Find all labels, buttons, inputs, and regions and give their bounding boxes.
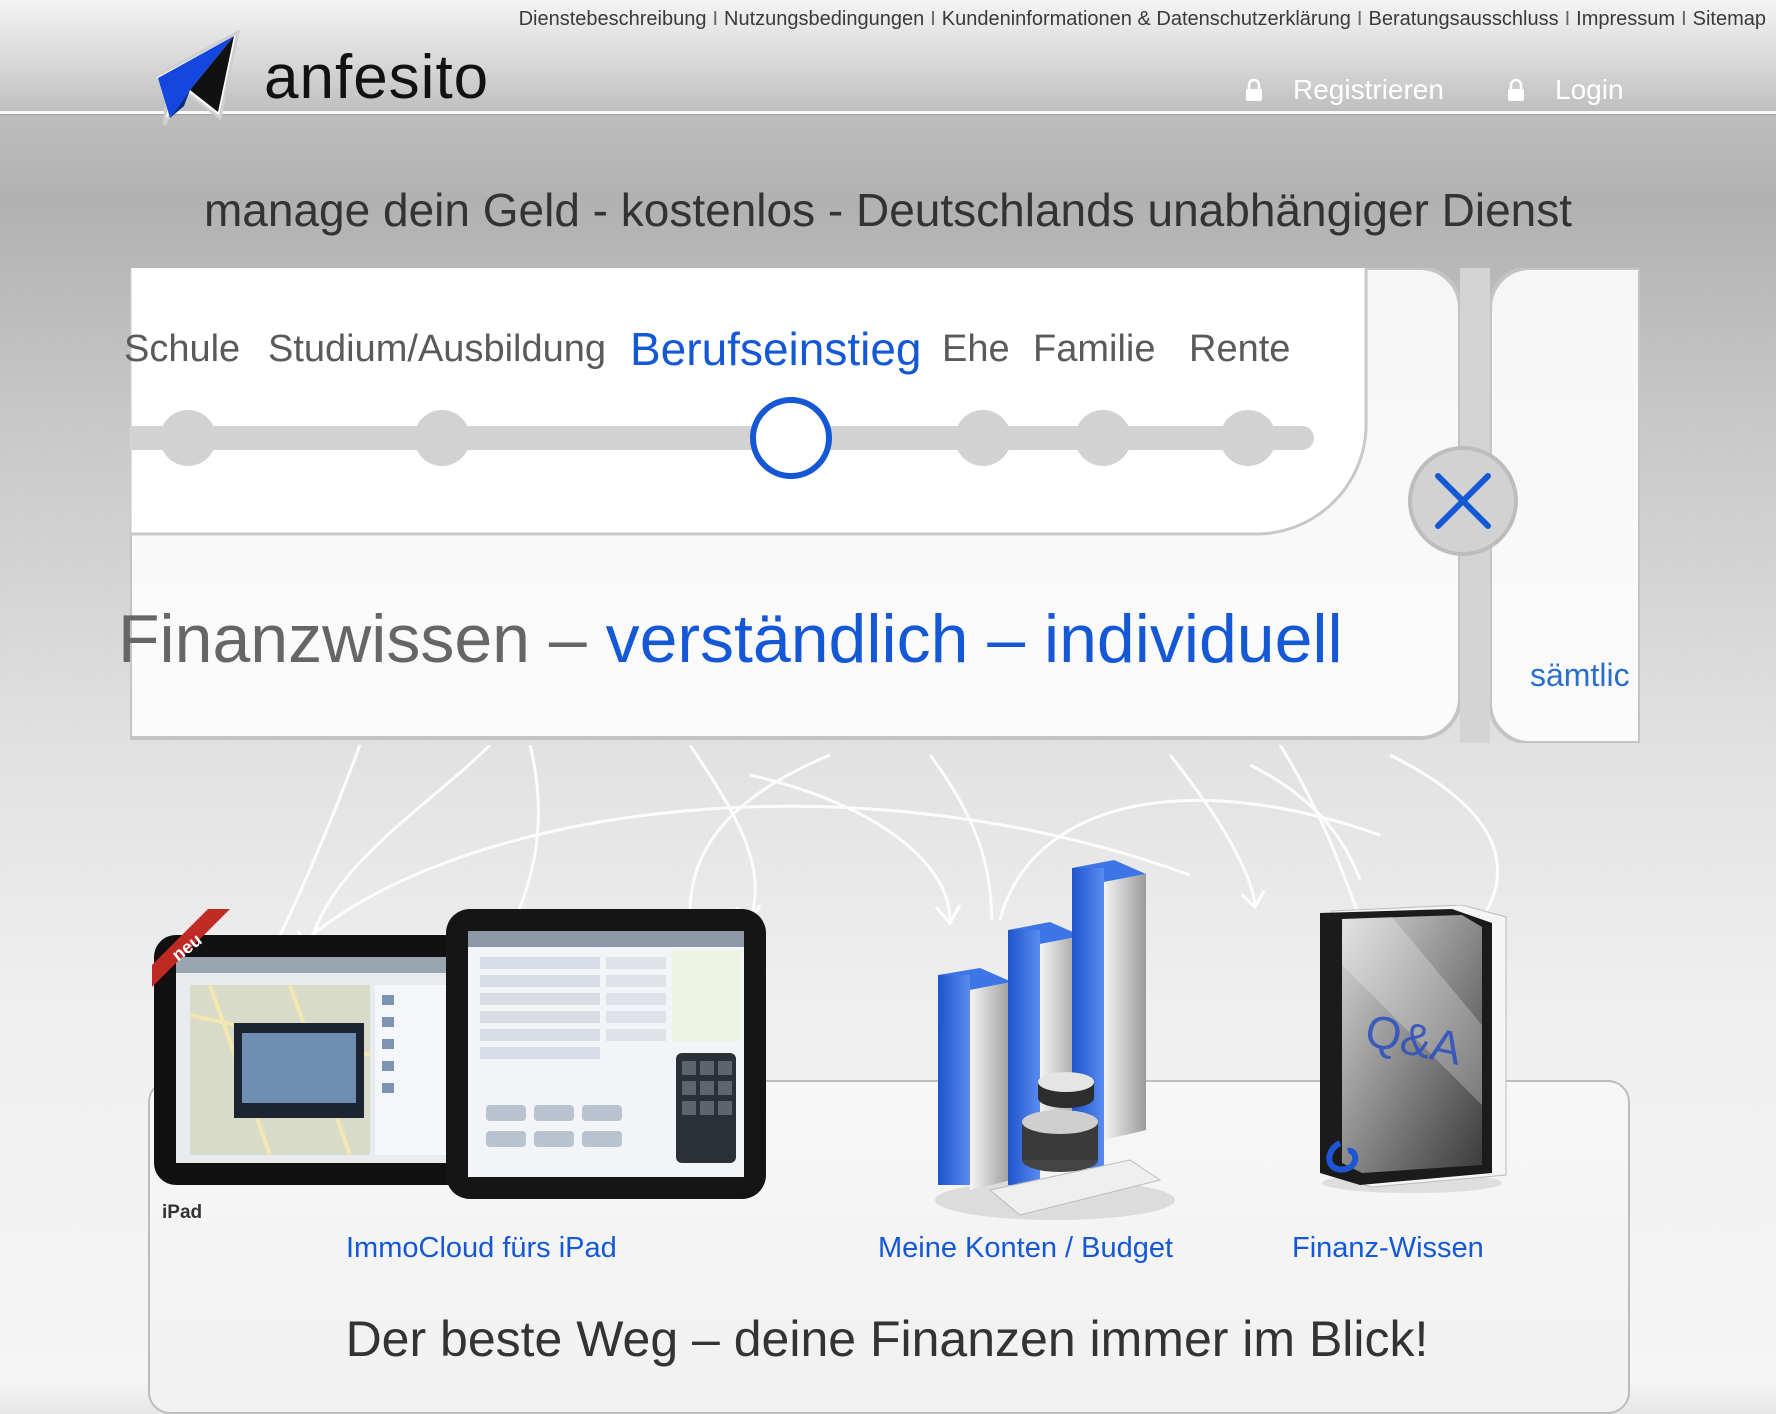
login-link[interactable]: Login: [1507, 74, 1624, 106]
stage-familie[interactable]: Familie: [1033, 328, 1155, 371]
nav-separator: I: [712, 8, 719, 30]
nav-sitemap[interactable]: Sitemap: [1693, 8, 1766, 30]
stage-ehe[interactable]: Ehe: [942, 328, 1010, 371]
slogan-highlight: verständlich – individuell: [605, 601, 1343, 677]
bar-chart-coins-image[interactable]: [930, 860, 1180, 1230]
slogan-prefix: Finanzwissen –: [118, 601, 606, 677]
lock-icon: [1508, 78, 1524, 101]
tagline: manage dein Geld - kostenlos - Deutschla…: [203, 184, 1573, 236]
stage-schule[interactable]: Schule: [124, 328, 240, 371]
nav-separator: I: [930, 8, 936, 30]
nav-separator: I: [1356, 8, 1363, 30]
immocloud-link[interactable]: ImmoCloud fürs iPad: [346, 1232, 617, 1265]
login-label: Login: [1555, 74, 1624, 105]
nav-nutzungsbedingungen[interactable]: Nutzungsbedingungen: [724, 8, 924, 30]
nav-separator: I: [1681, 8, 1687, 30]
konten-budget-link[interactable]: Meine Konten / Budget: [878, 1232, 1173, 1265]
stage-studium[interactable]: Studium/Ausbildung: [268, 328, 606, 371]
register-link[interactable]: Registrieren: [1245, 74, 1444, 106]
nav-impressum[interactable]: Impressum: [1576, 8, 1675, 30]
nav-dienstebeschreibung[interactable]: Dienstebeschreibung: [519, 8, 707, 30]
active-stage-marker: [750, 397, 832, 479]
top-navigation: Dienstebeschreibung I Nutzungsbedingungen I…: [519, 8, 1766, 31]
stage-berufseinstieg[interactable]: Berufseinstieg: [630, 322, 922, 376]
paper-plane-logo-icon[interactable]: [150, 30, 240, 125]
nav-separator: I: [1564, 8, 1571, 30]
nav-beratungsausschluss[interactable]: Beratungsausschluss: [1368, 8, 1558, 30]
finanz-wissen-link[interactable]: Finanz-Wissen: [1292, 1232, 1484, 1265]
ipad-caption: iPad: [162, 1202, 203, 1223]
close-x-icon: [1435, 473, 1491, 529]
logo-text[interactable]: anfesito: [264, 42, 489, 113]
nav-kundeninformationen[interactable]: Kundeninformationen & Datenschutzerkläru…: [942, 8, 1351, 30]
lock-icon: [1246, 78, 1262, 101]
close-button[interactable]: [1408, 446, 1518, 556]
stage-rente[interactable]: Rente: [1189, 328, 1290, 371]
next-panel-link[interactable]: sämtlic: [1530, 657, 1630, 694]
qa-book-image[interactable]: Q&A: [1312, 905, 1512, 1195]
feature-headline: Der beste Weg – deine Finanzen immer im …: [345, 1311, 1429, 1367]
slider-slogan: Finanzwissen – verständlich – individuel…: [118, 600, 1343, 678]
ipad-devices-image[interactable]: neu: [150, 905, 770, 1205]
register-label: Registrieren: [1293, 74, 1444, 105]
